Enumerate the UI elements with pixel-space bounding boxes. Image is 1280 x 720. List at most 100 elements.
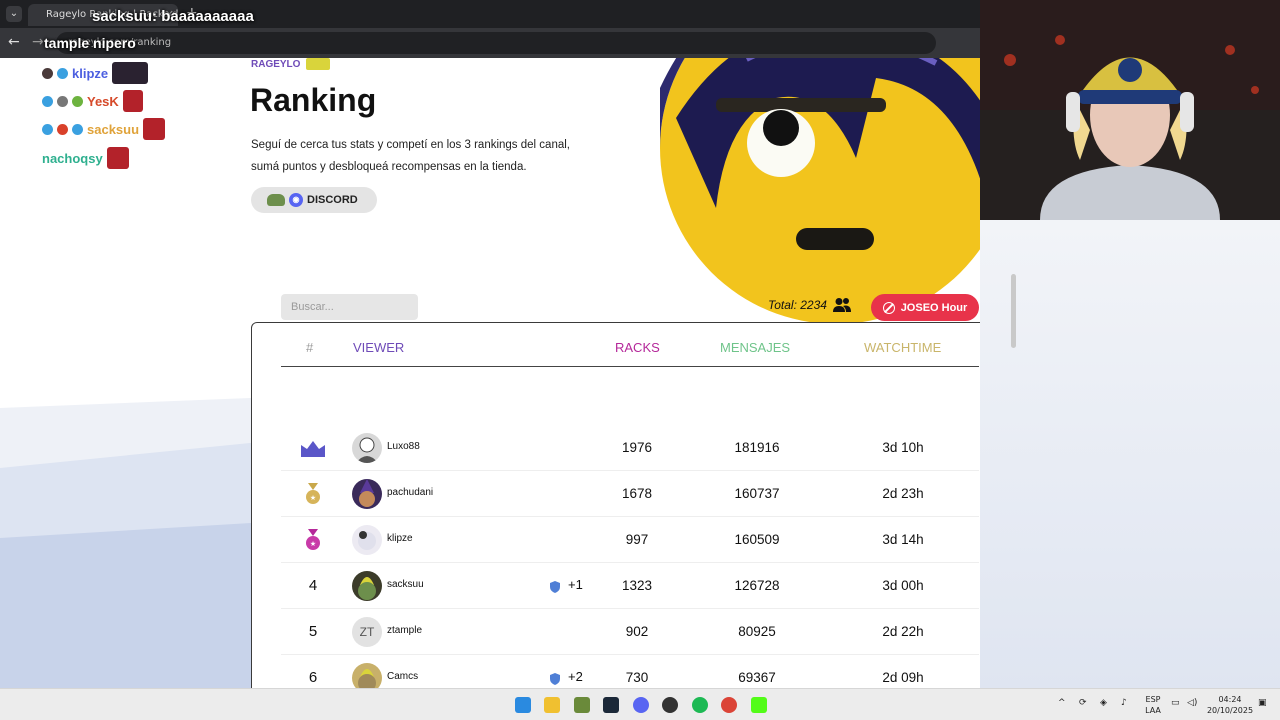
chat-message-second: tample nipero: [44, 35, 136, 51]
chat-line: YesK: [42, 89, 143, 113]
total-viewers: Total: 2234: [768, 297, 851, 313]
badge-icon: [57, 67, 68, 79]
discord-button[interactable]: ◉ DISCORD: [251, 187, 377, 213]
column-header-watchtime[interactable]: WATCHTIME: [864, 340, 941, 355]
back-arrow-icon[interactable]: ←: [8, 34, 20, 50]
frog-emote-icon: [267, 194, 285, 206]
column-header-mensajes[interactable]: MENSAJES: [720, 340, 790, 355]
tab-search-button[interactable]: ⌄: [6, 6, 22, 22]
table-row[interactable]: ★ klipze 997 160509 3d 14h: [281, 517, 979, 563]
scrollbar-thumb[interactable]: [1011, 274, 1016, 348]
network-icon[interactable]: ▭: [1171, 698, 1180, 708]
rank-number: 6: [308, 669, 318, 686]
crown-icon: [301, 441, 325, 457]
webcam-feed: [980, 0, 1280, 220]
chrome-icon[interactable]: [721, 697, 737, 713]
file-explorer-icon[interactable]: [544, 697, 560, 713]
chat-username: nachoqsy: [42, 150, 103, 166]
mensajes-value: 160737: [734, 486, 780, 501]
steam-icon[interactable]: [603, 697, 619, 713]
minecraft-icon[interactable]: [574, 697, 590, 713]
chat-line: sacksuu: [42, 117, 166, 141]
avatar: [352, 525, 382, 555]
svg-text:★: ★: [310, 540, 316, 548]
eyebrow-label: RAGEYLO: [251, 58, 301, 70]
right-background: [980, 220, 1280, 688]
table-row[interactable]: 5 ZT ztample 902 80925 2d 22h: [281, 609, 979, 655]
users-icon: [832, 298, 851, 312]
spotify-icon[interactable]: [692, 697, 708, 713]
watchtime-value: 3d 10h: [882, 440, 924, 455]
column-header-racks[interactable]: RACKS: [615, 340, 660, 355]
microphone-icon[interactable]: ♪: [1121, 698, 1127, 708]
racks-value: 1976: [621, 440, 653, 455]
discord-icon[interactable]: [633, 697, 649, 713]
table-row[interactable]: ★ pachudani 1678 160737 2d 23h: [281, 471, 979, 517]
sync-icon[interactable]: ⟳: [1079, 698, 1087, 708]
forward-arrow-icon[interactable]: →: [32, 34, 44, 50]
address-bar[interactable]: rageylo.com/ranking: [56, 32, 936, 54]
bonus-count: +2: [568, 669, 583, 684]
mensajes-value: 160509: [734, 532, 780, 547]
chat-line: klipze: [42, 61, 149, 85]
shield-icon: [550, 673, 560, 685]
watchtime-value: 3d 00h: [882, 578, 924, 593]
browser-nav-bar: ← → rageylo.com/ranking: [0, 28, 980, 58]
chat-message-top: sacksuu: baaaaaaaaaa: [92, 8, 254, 25]
badge-icon: [72, 95, 83, 107]
windows-start-icon[interactable]: [515, 697, 531, 713]
tray-chevron-icon[interactable]: ^: [1058, 698, 1066, 708]
rank-number: 5: [308, 623, 318, 640]
racks-value: 1323: [621, 578, 653, 593]
search-input[interactable]: [281, 294, 418, 320]
ban-icon: [882, 301, 895, 314]
obs-icon[interactable]: [662, 697, 678, 713]
racks-value: 997: [625, 532, 649, 547]
racks-value: 730: [625, 670, 649, 685]
badge-icon: [42, 123, 53, 135]
rank-number: 4: [308, 577, 318, 594]
badge-icon: [57, 95, 68, 107]
racks-value: 902: [625, 624, 649, 639]
kick-icon[interactable]: [751, 697, 767, 713]
volume-icon[interactable]: ◁): [1187, 698, 1197, 708]
page-title: Ranking: [250, 82, 377, 118]
viewer-name: klipze: [387, 533, 413, 544]
avatar: [352, 479, 382, 509]
mensajes-value: 69367: [738, 670, 776, 685]
table-row[interactable]: 6 Camcs +2 730 69367 2d 09h: [281, 655, 979, 688]
shield-icon: [550, 581, 560, 593]
discord-icon: ◉: [289, 193, 303, 207]
viewer-name: Camcs: [387, 671, 419, 682]
badge-icon: [57, 123, 68, 135]
security-icon[interactable]: ◈: [1100, 698, 1107, 708]
watchtime-value: 2d 22h: [882, 624, 924, 639]
system-clock[interactable]: 04:24 20/10/2025: [1204, 694, 1256, 716]
viewer-name: ztample: [387, 625, 423, 636]
emote-icon: [106, 147, 129, 169]
chat-text-second: tample nipero: [44, 35, 136, 51]
clock-date: 20/10/2025: [1206, 706, 1254, 715]
mensajes-value: 126728: [734, 578, 780, 593]
language-code: ESP: [1145, 695, 1161, 704]
clock-time: 04:24: [1218, 695, 1242, 704]
table-row[interactable]: Luxo88 1976 181916 3d 10h: [281, 425, 979, 471]
column-header-rank[interactable]: #: [306, 340, 313, 355]
chat-line: nachoqsy: [42, 146, 129, 170]
badge-icon: [42, 95, 53, 107]
notification-icon[interactable]: ▣: [1258, 698, 1267, 708]
language-layout: LAA: [1145, 706, 1161, 715]
taskbar: ^ ⟳ ◈ ♪ ESP LAA ▭ ◁) 04:24 20/10/2025 ▣: [0, 688, 1280, 720]
language-indicator[interactable]: ESP LAA: [1142, 694, 1164, 716]
racks-value: 1678: [621, 486, 653, 501]
table-row[interactable]: 4 sacksuu +1 1323 126728 3d 00h: [281, 563, 979, 609]
total-label: Total: 2234: [768, 298, 827, 312]
avatar: [352, 571, 382, 601]
eyebrow: RAGEYLO: [251, 58, 331, 70]
chat-username: klipze: [72, 65, 109, 81]
watchtime-value: 2d 23h: [882, 486, 924, 501]
header-divider: [281, 366, 979, 367]
chat-user: sacksuu: [92, 8, 153, 25]
column-header-viewer[interactable]: VIEWER: [353, 340, 404, 355]
joseo-hour-button[interactable]: JOSEO Hour: [871, 294, 979, 321]
